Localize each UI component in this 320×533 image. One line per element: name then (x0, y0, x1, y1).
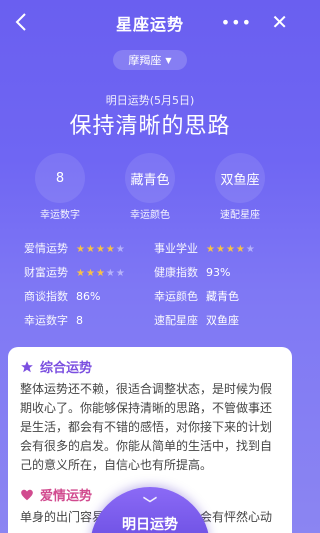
wealth-stat: 财富运势 ★★★★★ (24, 264, 154, 280)
back-arrow-icon[interactable] (10, 10, 34, 34)
forecast-date: 明日运势(5月5日) (105, 94, 195, 107)
overall-section-header: 综合运势 (20, 357, 280, 376)
forecast-headline: 保持清晰的思路 (69, 114, 231, 139)
star-filled-icon: ★ (76, 267, 86, 279)
overall-section-title: 综合运势 (40, 361, 93, 376)
star-icon (21, 360, 33, 372)
star-filled-icon: ★ (215, 243, 226, 255)
stat-key: 速配星座 (154, 314, 198, 327)
star-empty-icon: ★ (115, 243, 126, 255)
career-stat: 事业学业 ★★★★★ (154, 240, 284, 256)
stats-grid: 爱情运势 ★★★★★ 事业学业 ★★★★★ 财富运势 ★★★★★ 健康指数 93… (24, 236, 284, 332)
stat-key: 事业学业 (154, 242, 198, 255)
stats-row: 财富运势 ★★★★★ 健康指数 93% (24, 260, 284, 284)
caret-down-icon: ▼ (165, 55, 172, 65)
stats-row: 商谈指数 86% 幸运颜色 藏青色 (24, 284, 284, 308)
star-empty-icon: ★ (245, 243, 256, 255)
page-title: 星座运势 (115, 15, 184, 34)
lucky-number-stat: 幸运数字 8 (24, 312, 154, 328)
lucky-color-label: 幸运颜色 (130, 210, 170, 221)
stat-value: 93% (206, 265, 231, 279)
negotiation-stat: 商谈指数 86% (24, 288, 154, 304)
match-sign-label: 速配星座 (220, 210, 260, 221)
top-bar: 星座运势 ••• ✕ (0, 0, 300, 46)
stat-value: 双鱼座 (206, 314, 239, 327)
stats-row: 幸运数字 8 速配星座 双鱼座 (24, 308, 284, 332)
star-filled-icon: ★ (225, 243, 236, 255)
stats-row: 爱情运势 ★★★★★ 事业学业 ★★★★★ (24, 236, 284, 260)
chevron-down-icon: ﹀ (143, 497, 157, 513)
overall-section-text: 整体运势还不赖，很适合调整状态，是时候为假期收心了。你能够保持清晰的思路，不管做… (20, 382, 273, 472)
match-sign-value: 双鱼座 (220, 172, 260, 188)
match-sign-circle: 双鱼座 (215, 153, 265, 203)
stat-key: 商谈指数 (24, 290, 68, 303)
star-filled-icon: ★ (76, 243, 86, 255)
sign-selector-label: 摩羯座 (128, 54, 162, 67)
stat-value: 86% (76, 289, 101, 303)
love-section-title: 爱情运势 (40, 489, 93, 504)
stat-key: 幸运数字 (24, 314, 68, 327)
star-empty-icon: ★ (105, 267, 116, 279)
love-stars: ★★★★★ (76, 242, 126, 255)
star-filled-icon: ★ (235, 243, 246, 255)
lucky-number-label: 幸运数字 (40, 210, 80, 221)
star-filled-icon: ★ (85, 243, 96, 255)
star-filled-icon: ★ (206, 243, 216, 255)
lucky-color-circle: 藏青色 (125, 153, 175, 203)
lucky-color-value: 藏青色 (130, 172, 170, 188)
lucky-color-stat: 幸运颜色 藏青色 (154, 288, 284, 304)
career-stars: ★★★★★ (206, 242, 256, 255)
stat-key: 财富运势 (24, 266, 68, 279)
match-sign-stat: 速配星座 双鱼座 (154, 312, 284, 328)
lucky-number-circle: 8 (35, 153, 85, 203)
lucky-number-value: 8 (55, 170, 65, 186)
star-filled-icon: ★ (95, 243, 106, 255)
star-filled-icon: ★ (105, 243, 116, 255)
close-icon[interactable]: ✕ (271, 10, 288, 34)
star-filled-icon: ★ (95, 267, 106, 279)
stat-value: 藏青色 (206, 290, 239, 303)
more-icon[interactable]: ••• (221, 13, 252, 32)
heart-icon (21, 489, 33, 500)
stat-value: 8 (76, 313, 83, 327)
tomorrow-fortune-label: 明日运势 (122, 517, 178, 533)
wealth-stars: ★★★★★ (76, 266, 126, 279)
star-empty-icon: ★ (115, 267, 126, 279)
stat-key: 爱情运势 (24, 242, 68, 255)
stat-key: 健康指数 (154, 266, 198, 279)
stat-key: 幸运颜色 (154, 290, 198, 303)
health-stat: 健康指数 93% (154, 264, 284, 280)
sign-selector[interactable]: 摩羯座 ▼ (113, 50, 187, 70)
star-filled-icon: ★ (85, 267, 96, 279)
love-stat: 爱情运势 ★★★★★ (24, 240, 154, 256)
